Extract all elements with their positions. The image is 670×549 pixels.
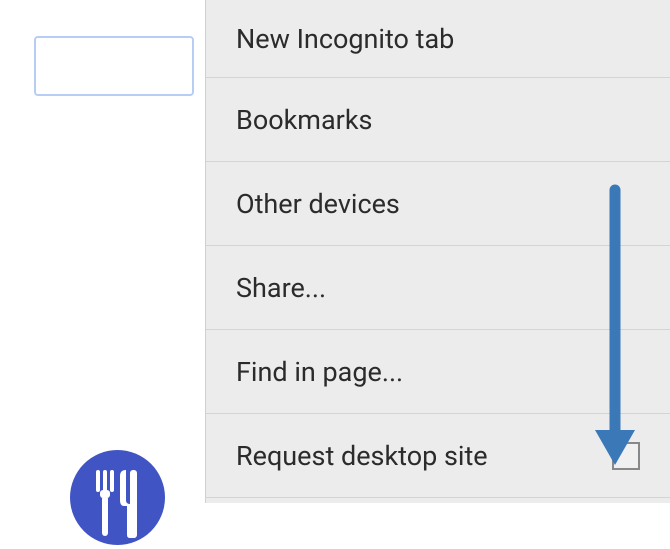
menu-item-label: Share... bbox=[236, 272, 326, 304]
overflow-menu: New Incognito tab Bookmarks Other device… bbox=[205, 0, 670, 503]
menu-item-label: New Incognito tab bbox=[236, 23, 454, 55]
menu-item-new-incognito-tab[interactable]: New Incognito tab bbox=[206, 0, 670, 78]
app-fork-icon bbox=[70, 450, 165, 545]
menu-item-share[interactable]: Share... bbox=[206, 246, 670, 330]
menu-item-request-desktop-site[interactable]: Request desktop site bbox=[206, 414, 670, 498]
menu-item-label: Request desktop site bbox=[236, 440, 488, 472]
menu-item-label: Other devices bbox=[236, 188, 400, 220]
search-input[interactable] bbox=[34, 36, 194, 96]
menu-item-bookmarks[interactable]: Bookmarks bbox=[206, 78, 670, 162]
menu-item-label: Find in page... bbox=[236, 356, 403, 388]
request-desktop-checkbox[interactable] bbox=[612, 442, 640, 470]
menu-item-other-devices[interactable]: Other devices bbox=[206, 162, 670, 246]
menu-item-label: Bookmarks bbox=[236, 104, 372, 136]
menu-item-find-in-page[interactable]: Find in page... bbox=[206, 330, 670, 414]
